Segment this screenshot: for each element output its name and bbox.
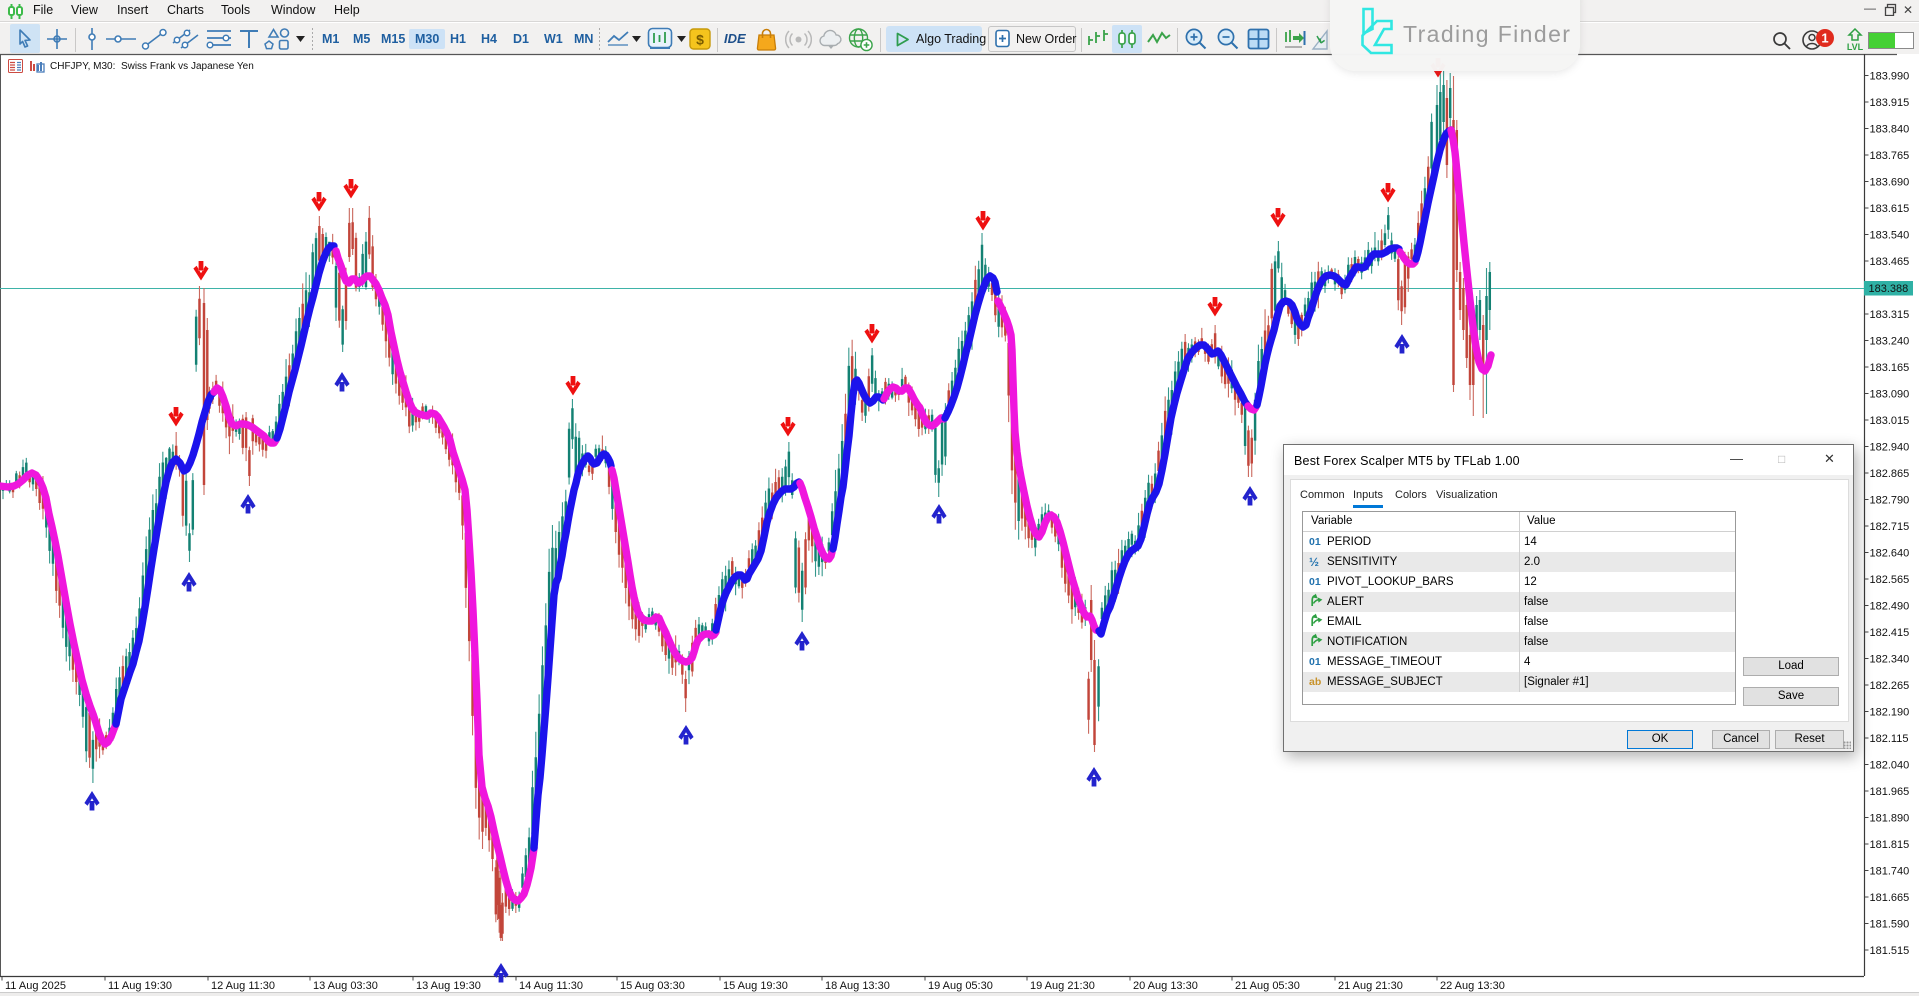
svg-text:182.190: 182.190: [1870, 706, 1910, 718]
svg-text:182.640: 182.640: [1870, 547, 1910, 559]
svg-text:22 Aug 13:30: 22 Aug 13:30: [1440, 980, 1505, 992]
svg-text:183.465: 183.465: [1870, 256, 1910, 268]
svg-text:181.740: 181.740: [1870, 865, 1910, 877]
svg-text:19 Aug 21:30: 19 Aug 21:30: [1030, 980, 1095, 992]
svg-text:13 Aug 19:30: 13 Aug 19:30: [416, 980, 481, 992]
svg-text:183.015: 183.015: [1870, 415, 1910, 427]
svg-text:183.315: 183.315: [1870, 309, 1910, 321]
svg-text:183.765: 183.765: [1870, 150, 1910, 162]
svg-text:182.715: 182.715: [1870, 521, 1910, 533]
svg-text:182.940: 182.940: [1870, 441, 1910, 453]
svg-text:182.265: 182.265: [1870, 680, 1910, 692]
svg-text:183.615: 183.615: [1870, 203, 1910, 215]
svg-text:11 Aug 19:30: 11 Aug 19:30: [108, 980, 172, 992]
svg-text:182.790: 182.790: [1870, 494, 1910, 506]
svg-text:15 Aug 03:30: 15 Aug 03:30: [620, 980, 685, 992]
svg-text:183.840: 183.840: [1870, 123, 1910, 135]
svg-text:181.815: 181.815: [1870, 839, 1910, 851]
svg-text:183.540: 183.540: [1870, 229, 1910, 241]
svg-text:182.565: 182.565: [1870, 574, 1910, 586]
svg-text:183.240: 183.240: [1870, 335, 1910, 347]
svg-text:181.965: 181.965: [1870, 786, 1910, 798]
svg-text:183.165: 183.165: [1870, 362, 1910, 374]
svg-text:14 Aug 11:30: 14 Aug 11:30: [519, 980, 583, 992]
svg-text:182.040: 182.040: [1870, 759, 1910, 771]
svg-text:15 Aug 19:30: 15 Aug 19:30: [723, 980, 788, 992]
svg-text:183.915: 183.915: [1870, 97, 1910, 109]
svg-text:181.515: 181.515: [1870, 945, 1910, 957]
svg-text:13 Aug 03:30: 13 Aug 03:30: [313, 980, 378, 992]
svg-text:20 Aug 13:30: 20 Aug 13:30: [1133, 980, 1198, 992]
svg-text:183.990: 183.990: [1870, 70, 1910, 82]
svg-text:183.388: 183.388: [1869, 283, 1909, 295]
svg-text:12 Aug 11:30: 12 Aug 11:30: [211, 980, 275, 992]
svg-text:183.690: 183.690: [1870, 176, 1910, 188]
svg-text:181.590: 181.590: [1870, 918, 1910, 930]
svg-text:183.090: 183.090: [1870, 388, 1910, 400]
svg-text:182.490: 182.490: [1870, 600, 1910, 612]
svg-text:182.415: 182.415: [1870, 627, 1910, 639]
svg-text:181.890: 181.890: [1870, 812, 1910, 824]
svg-text:19 Aug 05:30: 19 Aug 05:30: [928, 980, 993, 992]
svg-text:11 Aug 2025: 11 Aug 2025: [5, 980, 66, 992]
svg-text:18 Aug 13:30: 18 Aug 13:30: [825, 980, 890, 992]
svg-text:181.665: 181.665: [1870, 892, 1910, 904]
svg-text:21 Aug 21:30: 21 Aug 21:30: [1338, 980, 1403, 992]
svg-text:182.115: 182.115: [1870, 733, 1909, 745]
svg-text:Trading Finder: Trading Finder: [1403, 21, 1571, 47]
svg-text:21 Aug 05:30: 21 Aug 05:30: [1235, 980, 1300, 992]
svg-text:182.865: 182.865: [1870, 468, 1910, 480]
svg-text:182.340: 182.340: [1870, 653, 1910, 665]
